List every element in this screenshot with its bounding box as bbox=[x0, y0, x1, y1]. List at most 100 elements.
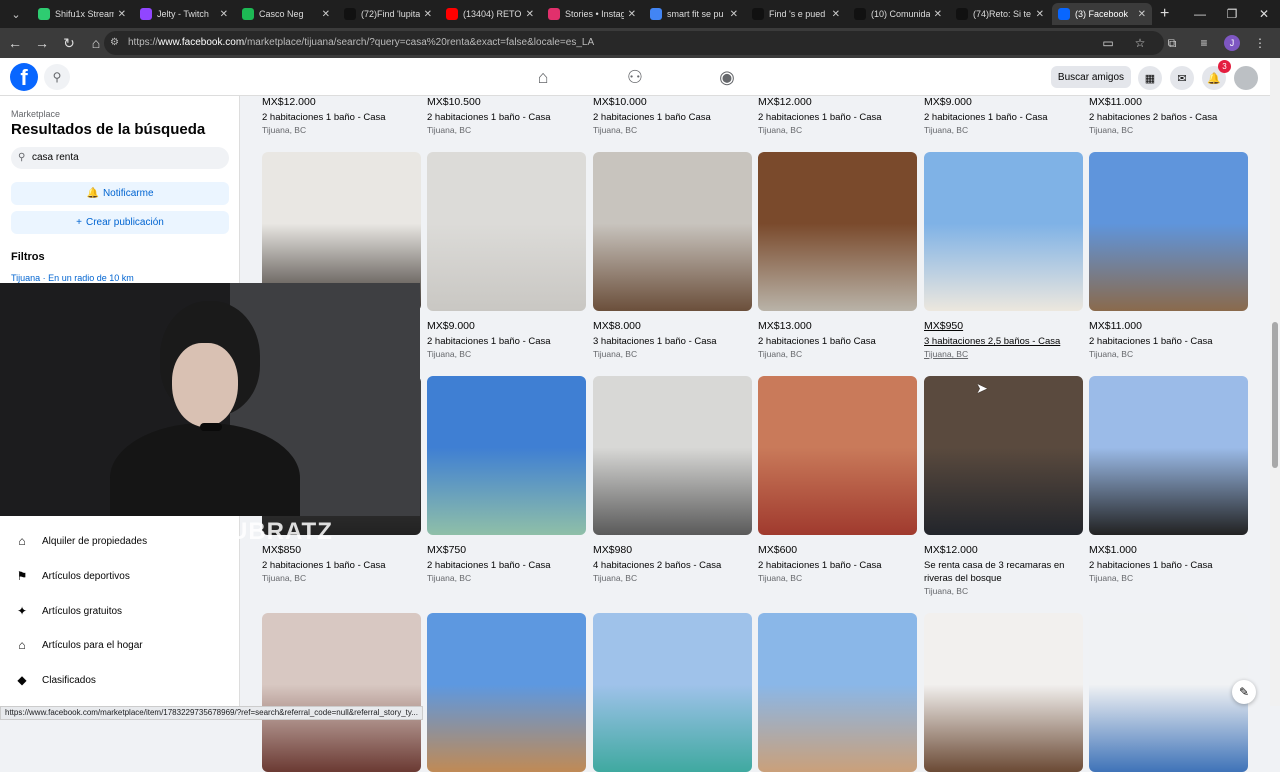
listing-card[interactable] bbox=[758, 613, 917, 772]
listing-photo[interactable] bbox=[758, 152, 917, 311]
category-item[interactable]: ⌂ Alquiler de propiedades bbox=[11, 530, 147, 552]
tab-close-icon[interactable]: ✕ bbox=[1138, 9, 1146, 20]
category-item[interactable]: ⌂ Artículos para el hogar bbox=[11, 634, 142, 656]
tab-close-icon[interactable]: ✕ bbox=[424, 9, 432, 20]
browser-tab[interactable]: Jelty - Twitch ✕ bbox=[134, 3, 234, 25]
listing-card[interactable]: MX$10.500 2 habitaciones 1 baño - Casa Tij… bbox=[427, 96, 586, 137]
listing-photo[interactable] bbox=[924, 152, 1083, 311]
account-avatar[interactable] bbox=[1234, 66, 1258, 90]
listing-card[interactable] bbox=[1089, 613, 1248, 772]
listing-card[interactable] bbox=[924, 613, 1083, 772]
listing-photo[interactable] bbox=[924, 613, 1083, 772]
listing-card[interactable]: MX$11.000 2 habitaciones 2 baños - Casa Ti… bbox=[1089, 96, 1248, 137]
category-item[interactable]: ◆ Clasificados bbox=[11, 669, 96, 691]
listing-photo[interactable] bbox=[758, 376, 917, 535]
url-field[interactable]: https://www.facebook.com/marketplace/tij… bbox=[104, 31, 1164, 55]
media-icon[interactable]: ≡ bbox=[1192, 31, 1216, 55]
listing-card[interactable]: MX$12.000 2 habitaciones 1 baño - Casa Tij… bbox=[262, 96, 421, 137]
listing-photo[interactable] bbox=[1089, 152, 1248, 311]
listing-card[interactable]: MX$9.000 2 habitaciones 1 baño - Casa Tiju… bbox=[924, 96, 1083, 137]
listing-card[interactable] bbox=[427, 613, 586, 772]
menu-grid-icon[interactable]: ▦ bbox=[1138, 66, 1162, 90]
tab-close-icon[interactable]: ✕ bbox=[934, 9, 942, 20]
browser-tab[interactable]: Shifu1x Stream ✕ bbox=[32, 3, 132, 25]
listing-photo[interactable] bbox=[758, 613, 917, 772]
compose-icon[interactable]: ✎ bbox=[1232, 680, 1256, 704]
tab-close-icon[interactable]: ✕ bbox=[1036, 9, 1044, 20]
new-tab-icon[interactable]: + bbox=[1160, 5, 1169, 23]
listing-photo[interactable] bbox=[427, 613, 586, 772]
notify-button[interactable]: 🔔 Notificarme bbox=[11, 182, 229, 205]
friends-nav-icon[interactable]: ⚇ bbox=[621, 64, 649, 90]
bookmark-star-icon[interactable]: ☆ bbox=[1128, 31, 1152, 55]
listing-photo[interactable] bbox=[593, 376, 752, 535]
listing-card[interactable] bbox=[593, 613, 752, 772]
tab-close-icon[interactable]: ✕ bbox=[118, 9, 126, 20]
listing-title: 2 habitaciones 1 baño - Casa bbox=[1089, 560, 1213, 571]
category-item[interactable]: ⚑ Artículos deportivos bbox=[11, 565, 130, 587]
listing-card[interactable]: MX$1.000 2 habitaciones 1 baño - Casa Tiju… bbox=[1089, 376, 1248, 585]
listing-card[interactable] bbox=[262, 613, 421, 772]
listing-card[interactable]: MX$10.000 2 habitaciones 1 baño Casa Tijua… bbox=[593, 96, 752, 137]
site-info-icon[interactable]: ⚙ bbox=[110, 37, 119, 48]
close-window-icon[interactable]: ✕ bbox=[1248, 0, 1280, 28]
stream-overlay-text: UBRATZ bbox=[230, 518, 333, 545]
tab-close-icon[interactable]: ✕ bbox=[832, 9, 840, 20]
tab-close-icon[interactable]: ✕ bbox=[628, 9, 636, 20]
messenger-icon[interactable]: ✉ bbox=[1170, 66, 1194, 90]
listing-card[interactable]: MX$750 2 habitaciones 1 baño - Casa Tijuan… bbox=[427, 376, 586, 585]
browser-menu-icon[interactable]: ⋮ bbox=[1248, 31, 1272, 55]
browser-tab[interactable]: Find 's e pued ✕ bbox=[746, 3, 846, 25]
listing-photo[interactable] bbox=[593, 152, 752, 311]
browser-tab[interactable]: Casco Neg ✕ bbox=[236, 3, 336, 25]
browser-tab[interactable]: (13404) RETO ✕ bbox=[440, 3, 540, 25]
browser-tab[interactable]: (10) Comunida ✕ bbox=[848, 3, 948, 25]
browser-tab[interactable]: (74)Reto: Si te ✕ bbox=[950, 3, 1050, 25]
tab-search-icon[interactable]: ⌄ bbox=[4, 4, 28, 24]
listing-card[interactable]: MX$11.000 2 habitaciones 1 baño - Casa Tij… bbox=[1089, 152, 1248, 361]
reload-icon[interactable]: ↻ bbox=[57, 31, 81, 55]
tab-close-icon[interactable]: ✕ bbox=[526, 9, 534, 20]
listing-card[interactable]: MX$12.000 2 habitaciones 1 baño - Casa Tij… bbox=[758, 96, 917, 137]
maximize-icon[interactable]: ❐ bbox=[1216, 0, 1248, 28]
browser-tab[interactable]: smart fit se pu ✕ bbox=[644, 3, 744, 25]
minimize-icon[interactable]: — bbox=[1184, 0, 1216, 28]
browser-tab[interactable]: Stories • Instag ✕ bbox=[542, 3, 642, 25]
tab-close-icon[interactable]: ✕ bbox=[220, 9, 228, 20]
listing-photo[interactable] bbox=[262, 613, 421, 772]
create-listing-button[interactable]: + Crear publicación bbox=[11, 211, 229, 234]
listing-card[interactable]: MX$13.000 2 habitaciones 1 baño Casa Tijua… bbox=[758, 152, 917, 361]
back-icon[interactable]: ← bbox=[3, 31, 27, 55]
page-scrollbar-thumb[interactable] bbox=[1272, 322, 1278, 468]
listing-card[interactable]: MX$980 4 habitaciones 2 baños - Casa Tijua… bbox=[593, 376, 752, 585]
category-item[interactable]: ✦ Artículos gratuitos bbox=[11, 600, 122, 622]
listing-photo[interactable] bbox=[924, 376, 1083, 535]
browser-tab[interactable]: (72)Find 'lupita' ✕ bbox=[338, 3, 438, 25]
forward-icon[interactable]: → bbox=[30, 31, 54, 55]
home-nav-icon[interactable]: ⌂ bbox=[529, 64, 557, 90]
facebook-logo-icon[interactable]: f bbox=[10, 63, 38, 91]
listing-card[interactable]: MX$950 3 habitaciones 2,5 baños - Casa Tij… bbox=[924, 152, 1083, 361]
listing-card[interactable]: MX$600 2 habitaciones 1 baño - Casa Tijuan… bbox=[758, 376, 917, 585]
house-icon: ⌂ bbox=[18, 638, 26, 652]
tab-close-icon[interactable]: ✕ bbox=[730, 9, 738, 20]
marketplace-nav-icon[interactable]: ◉ bbox=[713, 64, 741, 90]
listing-photo[interactable] bbox=[427, 152, 586, 311]
listing-card[interactable]: MX$9.000 2 habitaciones 1 baño - Casa Tiju… bbox=[427, 152, 586, 361]
marketplace-search-input[interactable]: ⚲ casa renta bbox=[11, 147, 229, 169]
listing-photo[interactable] bbox=[427, 376, 586, 535]
browser-tab[interactable]: (3) Facebook ✕ bbox=[1052, 3, 1152, 25]
profile-icon[interactable]: J bbox=[1224, 35, 1240, 51]
listing-photo[interactable] bbox=[1089, 376, 1248, 535]
cast-icon[interactable]: ▭ bbox=[1096, 31, 1120, 55]
extensions-icon[interactable]: ⧉ bbox=[1160, 31, 1184, 55]
listing-card[interactable]: MX$8.000 3 habitaciones 1 baño - Casa Tiju… bbox=[593, 152, 752, 361]
listing-card[interactable]: MX$12.000 Se renta casa de 3 recamaras en… bbox=[924, 376, 1083, 598]
search-icon[interactable]: ⚲ bbox=[44, 64, 70, 90]
tab-close-icon[interactable]: ✕ bbox=[322, 9, 330, 20]
toolbar-icons: ▭ ☆ ⧉ ≡ J ⋮ bbox=[1096, 31, 1272, 55]
location-filter-link[interactable]: Tijuana · En un radio de 10 km bbox=[11, 273, 134, 283]
listing-photo[interactable] bbox=[593, 613, 752, 772]
listing-photo[interactable] bbox=[1089, 613, 1248, 772]
find-friends-button[interactable]: Buscar amigos bbox=[1051, 66, 1131, 88]
